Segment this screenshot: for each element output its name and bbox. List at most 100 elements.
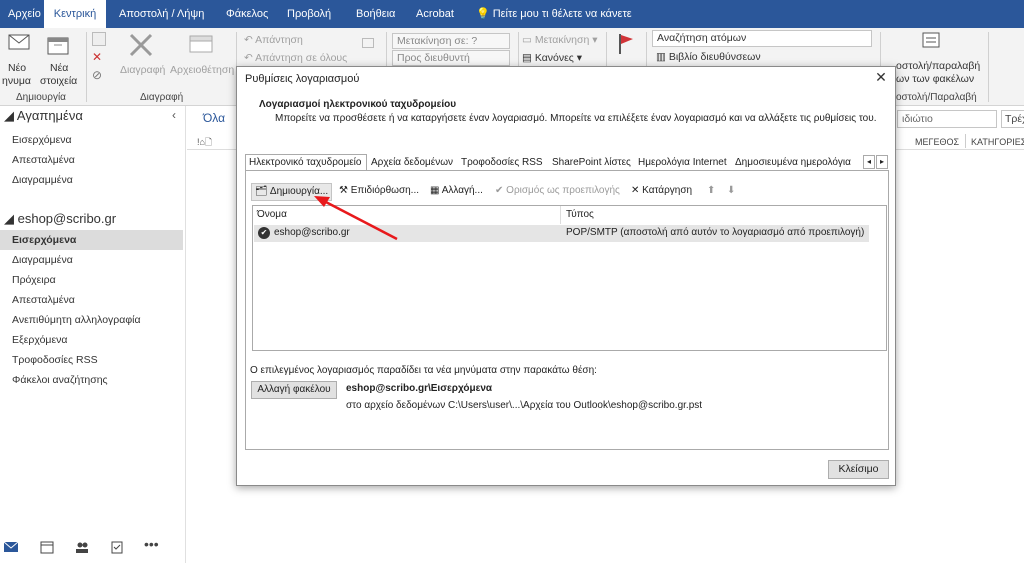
quick-step-to-manager[interactable]: Προς διευθυντή — [392, 50, 510, 66]
repair-button[interactable]: ⚒ Επιδιόρθωση... — [336, 183, 422, 201]
move-down-icon[interactable]: ⬇ — [724, 183, 738, 201]
junk-icon[interactable]: ⊘ — [92, 68, 106, 82]
tab-published-calendars[interactable]: Δημοσιευμένα ημερολόγια — [731, 154, 855, 171]
fav-item-deleted[interactable]: Διαγραμμένα — [12, 174, 73, 186]
delete-button[interactable]: Διαγραφή — [118, 32, 166, 86]
rules-icon: ▤ — [522, 52, 535, 64]
delivery-folder-path: eshop@scribo.gr\Εισερχόμενα — [346, 383, 493, 394]
set-default-button[interactable]: ✔ Ορισμός ως προεπιλογής — [492, 183, 623, 201]
tab-help[interactable]: Βοήθεια — [350, 0, 401, 28]
new-items-label-1: Νέα — [50, 62, 69, 74]
more-respond-icon[interactable] — [362, 38, 374, 48]
reply-button[interactable]: ↶ Απάντηση — [244, 34, 303, 46]
column-name-header[interactable]: Όνομα — [257, 209, 287, 220]
folder-item-drafts[interactable]: Πρόχειρα — [12, 274, 56, 286]
tab-sharepoint-lists[interactable]: SharePoint λίστες — [548, 154, 635, 171]
calendar-items-icon — [47, 37, 69, 55]
filter-all-tab[interactable]: Όλα — [203, 111, 225, 125]
column-categories-header[interactable]: ΚΑΤΗΓΟΡΙΕΣ — [971, 137, 1024, 147]
search-people-input[interactable]: Αναζήτηση ατόμων — [652, 30, 872, 47]
flag-button[interactable] — [614, 32, 642, 62]
mail-icon[interactable] — [4, 540, 18, 554]
fav-item-inbox[interactable]: Εισερχόμενα — [12, 134, 72, 146]
close-icon[interactable]: ✕ — [873, 69, 889, 86]
address-book-icon: ▥ — [656, 51, 669, 63]
tab-home[interactable]: Κεντρική — [44, 0, 106, 28]
tasks-icon[interactable] — [110, 540, 124, 554]
column-size-header[interactable]: ΜΕΓΕΘΟΣ — [915, 137, 959, 147]
reply-all-button[interactable]: ↶ Απάντηση σε όλους — [244, 52, 347, 64]
folder-item-deleted[interactable]: Διαγραμμένα — [12, 254, 73, 266]
tab-send-receive[interactable]: Αποστολή / Λήψη — [113, 0, 210, 28]
remove-label: Κατάργηση — [642, 185, 693, 196]
new-account-button[interactable]: 🗂 Δημιουργία... — [251, 183, 333, 201]
rules-button[interactable]: ▤ Κανόνες ▾ — [522, 52, 582, 64]
cleanup-icon[interactable]: ✕ — [92, 50, 106, 64]
change-folder-button[interactable]: Αλλαγή φακέλου — [251, 381, 337, 399]
more-icon[interactable]: ••• — [144, 536, 164, 552]
folder-item-sent[interactable]: Απεσταλμένα — [12, 294, 75, 306]
tab-data-files[interactable]: Αρχεία δεδομένων — [367, 154, 457, 171]
ignore-icon[interactable] — [92, 32, 106, 46]
folder-item-junk[interactable]: Ανεπιθύμητη αλληλογραφία — [12, 314, 141, 326]
quick-step-move-to[interactable]: Μετακίνηση σε: ? — [392, 33, 510, 49]
checkmark-icon: ✔ — [495, 185, 507, 196]
archive-button[interactable]: Αρχειοθέτηση — [170, 32, 234, 86]
folder-pane: ◢ Αγαπημένα ‹ Εισερχόμενα Απεσταλμένα Δι… — [0, 106, 186, 563]
tab-email[interactable]: Ηλεκτρονικό ταχυδρομείο — [245, 154, 367, 171]
tell-me-label: Πείτε μου τι θέλετε να κάνετε — [492, 8, 632, 20]
tab-internet-calendars[interactable]: Ημερολόγια Internet — [634, 154, 731, 171]
fav-item-sent[interactable]: Απεσταλμένα — [12, 154, 75, 166]
remove-button[interactable]: ✕ Κατάργηση — [628, 183, 695, 201]
move-label: Μετακίνηση — [534, 34, 590, 46]
account-row[interactable]: ✔ eshop@scribo.gr POP/SMTP (αποστολή από… — [254, 225, 869, 242]
tab-acrobat[interactable]: Acrobat — [410, 0, 460, 28]
folder-item-inbox[interactable]: Εισερχόμενα — [12, 234, 76, 246]
new-items-button[interactable]: Νέα στοιχεία — [38, 34, 78, 87]
folder-item-rss[interactable]: Τροφοδοσίες RSS — [12, 354, 98, 366]
collapse-pane-icon[interactable]: ‹ — [172, 108, 176, 122]
ribbon-tab-bar: Αρχείο Κεντρική Αποστολή / Λήψη Φάκελος … — [0, 0, 1024, 28]
search-scope-dropdown[interactable]: Τρέχ — [1001, 110, 1024, 128]
column-divider — [560, 206, 561, 224]
search-box[interactable]: ιδιώτιο — [897, 110, 997, 128]
reply-icon: ↶ — [244, 34, 256, 46]
quick-step-manager-label: Προς διευθυντή — [397, 52, 470, 64]
group-send-receive-label: οστολή/Παραλαβή — [896, 92, 977, 103]
quick-step-move-label: Μετακίνηση σε: ? — [397, 35, 478, 47]
tab-file[interactable]: Αρχείο — [2, 0, 47, 28]
group-delete-label: Διαγραφή — [140, 92, 184, 103]
dialog-tab-strip: Ηλεκτρονικό ταχυδρομείο Αρχεία δεδομένων… — [245, 154, 889, 171]
move-button[interactable]: ▭ Μετακίνηση ▾ — [522, 34, 598, 46]
address-book-button[interactable]: ▥ Βιβλίο διευθύνσεων — [656, 51, 761, 63]
tab-scroll-right-icon[interactable]: ▸ — [876, 155, 888, 169]
new-email-button[interactable]: Νέο ηνυμα — [2, 34, 34, 87]
set-default-label: Ορισμός ως προεπιλογής — [506, 185, 620, 196]
move-up-icon[interactable]: ⬆ — [704, 183, 718, 201]
send-receive-label-1: οστολή/παραλαβή — [896, 60, 981, 72]
data-file-path: στο αρχείο δεδομένων C:\Users\user\...\Α… — [346, 400, 703, 411]
dialog-title: Ρυθμίσεις λογαριασμού — [245, 73, 360, 85]
favorites-header[interactable]: ◢ Αγαπημένα — [4, 108, 83, 124]
delete-label: Διαγραφή — [120, 64, 166, 76]
tab-scroll-left-icon[interactable]: ◂ — [863, 155, 875, 169]
close-button[interactable]: Κλείσιμο — [828, 460, 889, 479]
ribbon-separator — [86, 32, 87, 102]
tab-folder[interactable]: Φάκελος — [220, 0, 274, 28]
calendar-icon[interactable] — [40, 540, 54, 554]
ribbon-separator — [988, 32, 989, 102]
folder-item-outbox[interactable]: Εξερχόμενα — [12, 334, 67, 346]
people-icon[interactable] — [75, 540, 89, 554]
tab-view[interactable]: Προβολή — [281, 0, 337, 28]
column-type-header[interactable]: Τύπος — [566, 209, 594, 220]
change-button[interactable]: ▦ Αλλαγή... — [427, 183, 486, 201]
account-header[interactable]: ◢ eshop@scribo.gr — [4, 211, 116, 227]
folder-item-search-folders[interactable]: Φάκελοι αναζήτησης — [12, 374, 108, 386]
tell-me-box[interactable]: 💡 Πείτε μου τι θέλετε να κάνετε — [470, 0, 638, 28]
tab-rss-feeds[interactable]: Τροφοδοσίες RSS — [457, 154, 547, 171]
account-settings-dialog: Ρυθμίσεις λογαριασμού ✕ Λογαριασμοί ηλεκ… — [236, 66, 896, 486]
repair-label: Επιδιόρθωση... — [350, 185, 420, 196]
send-receive-all-button[interactable]: οστολή/παραλαβή ων των φακέλων — [896, 30, 986, 92]
move-icon: ▭ — [522, 34, 535, 46]
change-icon: ▦ — [430, 185, 442, 196]
